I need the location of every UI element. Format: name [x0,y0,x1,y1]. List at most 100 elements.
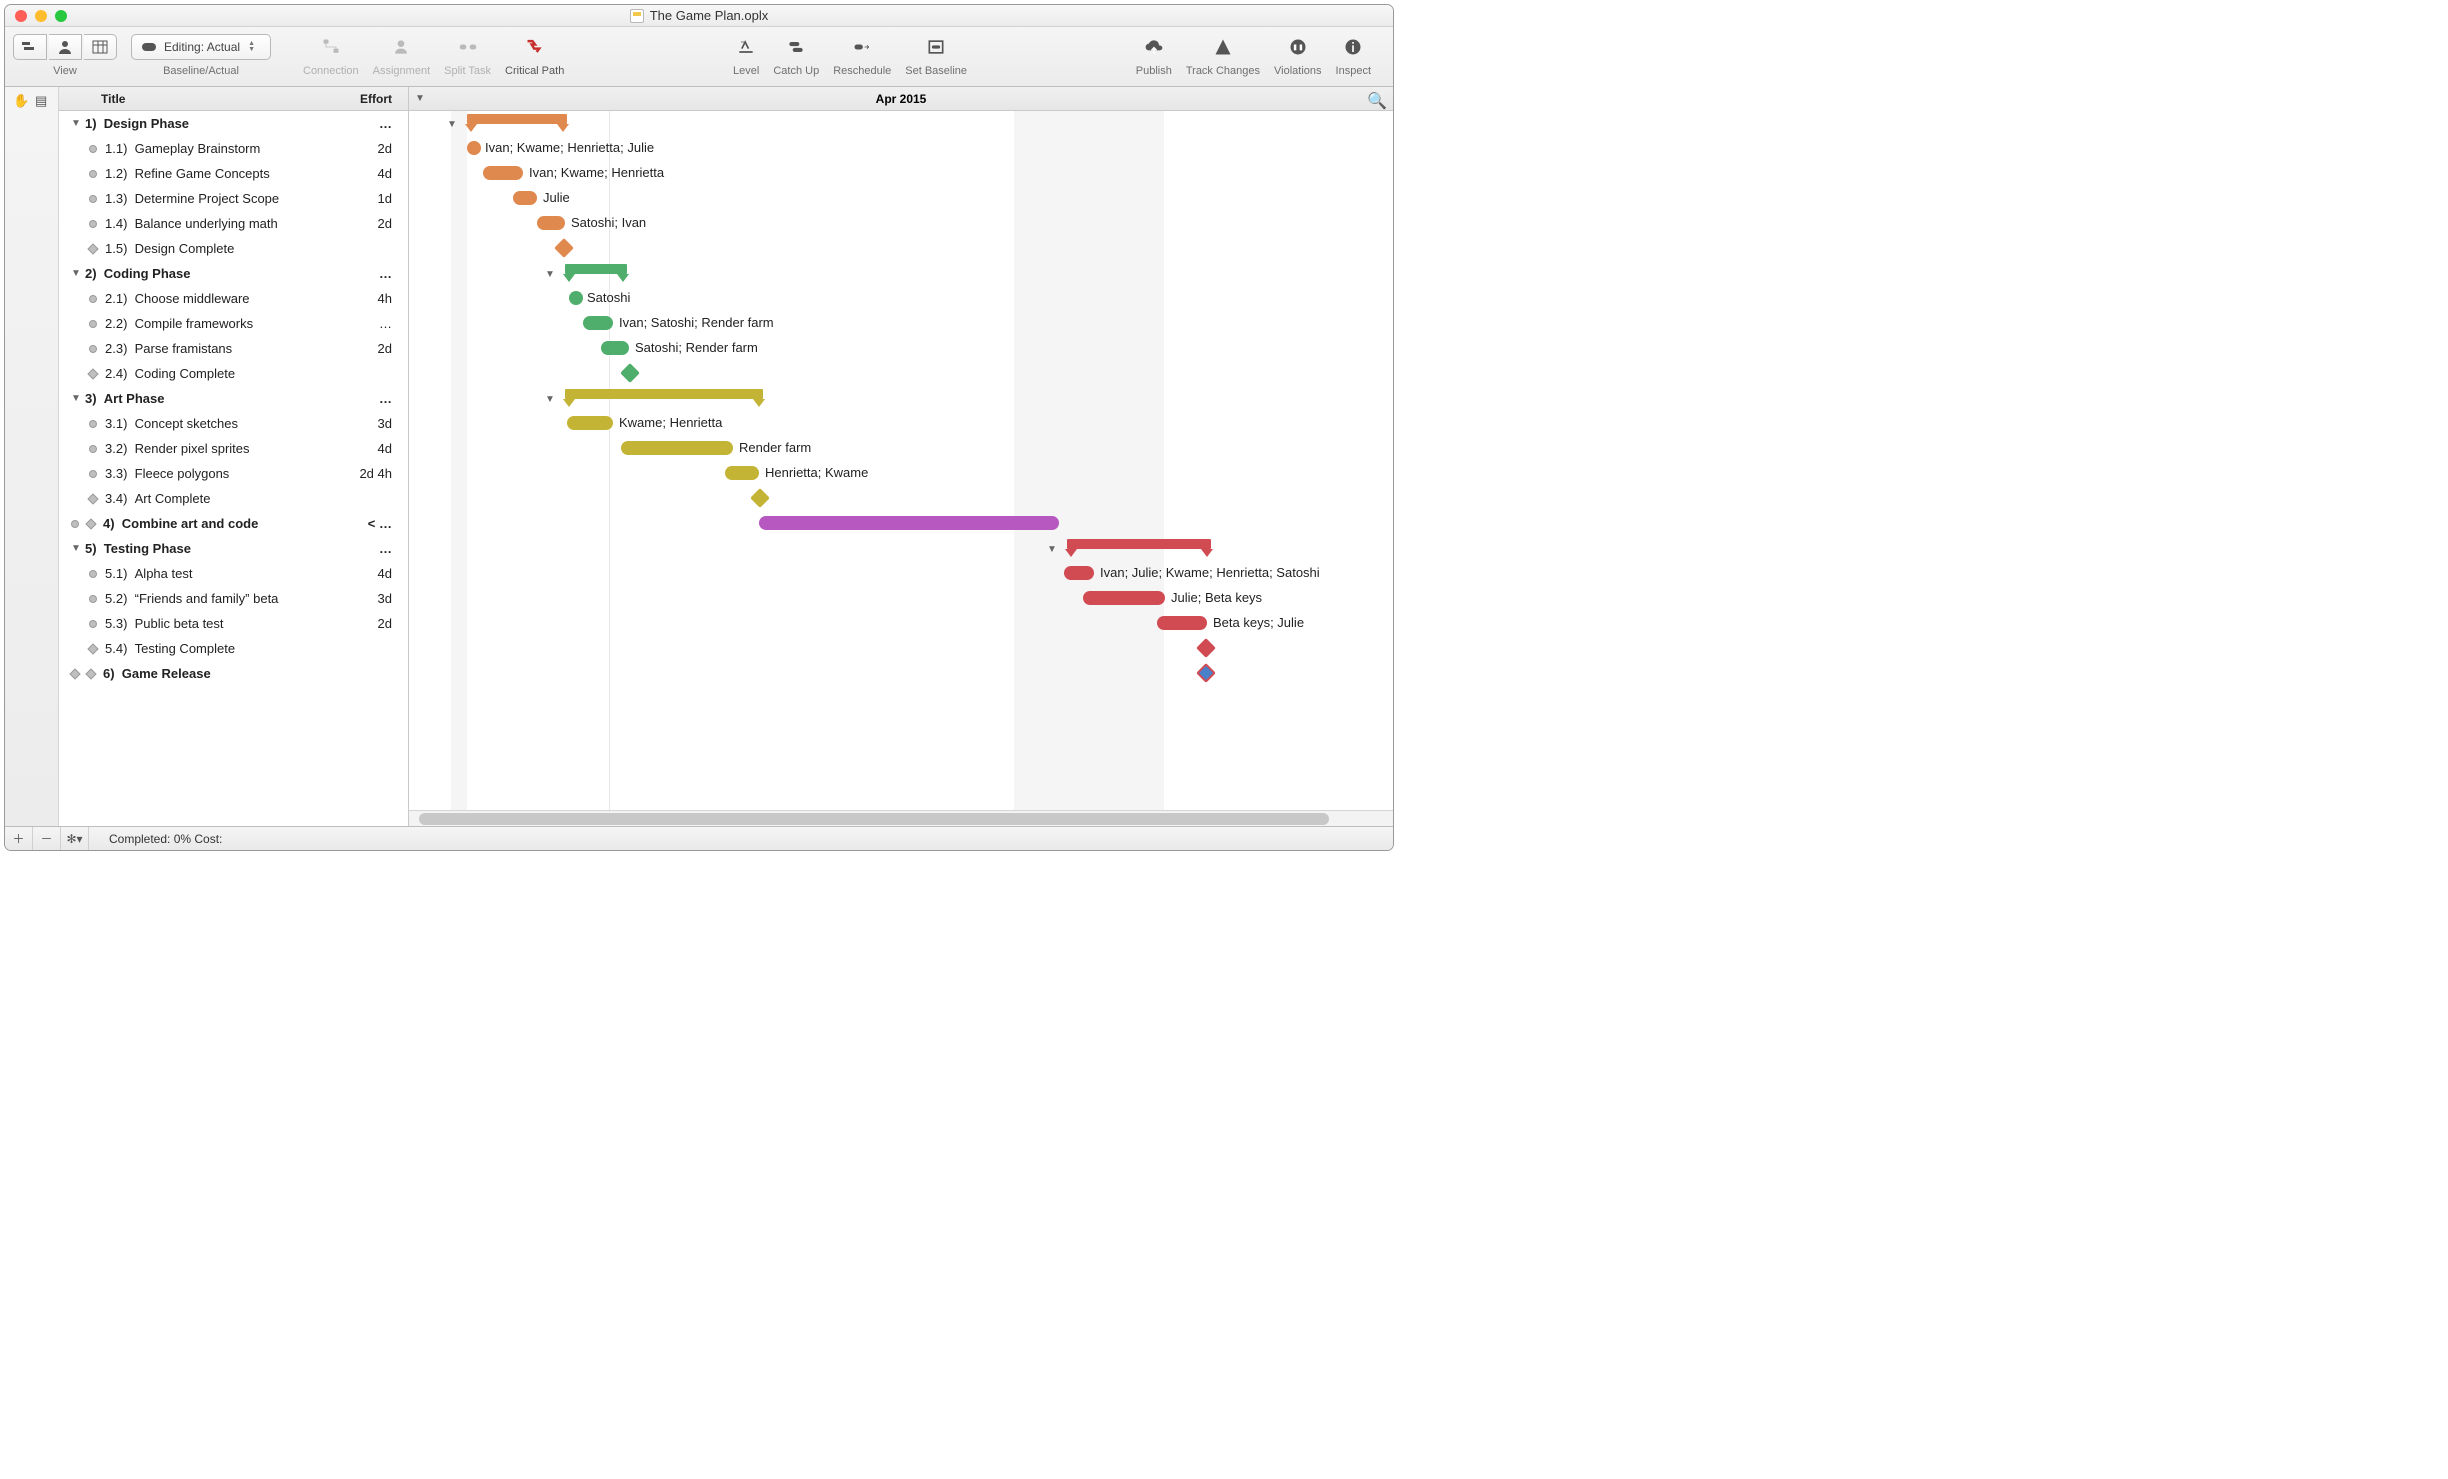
gantt-row[interactable] [409,236,1393,261]
outline-row[interactable]: 1.3) Determine Project Scope1d [59,186,408,211]
editing-mode-label: Editing: Actual [164,40,240,54]
outline-row[interactable]: ▼2) Coding Phase… [59,261,408,286]
critical-path-button[interactable]: Critical Path [505,65,564,77]
gantt-row[interactable]: Ivan; Kwame; Henrietta; Julie [409,136,1393,161]
gantt-row[interactable]: Satoshi; Render farm [409,336,1393,361]
baseline-label: Baseline/Actual [163,65,239,77]
timeline-header[interactable]: ▼ Apr 2015 🔍 [409,87,1393,111]
toolbar: View Editing: Actual ▲▼ Baseline/Actual … [5,27,1393,87]
gantt-row[interactable]: ▼ [409,111,1393,136]
inspect-button[interactable]: Inspect [1336,65,1371,77]
gutter-column: ✋ ▤ [5,87,59,826]
outline-row[interactable]: 3.4) Art Complete [59,486,408,511]
gantt-row[interactable]: Kwame; Henrietta [409,411,1393,436]
reschedule-icon [852,37,872,57]
outline-row[interactable]: 5.2) “Friends and family” beta3d [59,586,408,611]
outline-list[interactable]: ▼1) Design Phase…1.1) Gameplay Brainstor… [59,111,408,826]
track-changes-icon [1213,37,1233,57]
action-menu-button[interactable]: ✻▾ [61,827,89,850]
expand-all-icon[interactable]: ▼ [415,93,425,104]
gantt-row[interactable] [409,361,1393,386]
critical-path-icon [525,37,545,57]
outline-row[interactable]: ▼3) Art Phase… [59,386,408,411]
reschedule-button[interactable]: Reschedule [833,65,891,77]
outline-row[interactable]: 3.3) Fleece polygons2d 4h [59,461,408,486]
gantt-row[interactable]: Ivan; Kwame; Henrietta [409,161,1393,186]
column-title[interactable]: Title [59,92,336,106]
outline-row[interactable]: 1.4) Balance underlying math2d [59,211,408,236]
gantt-pane[interactable]: ▼ Apr 2015 🔍 ▼Ivan; Kwame; Henrietta; Ju… [409,87,1393,826]
gantt-row[interactable]: Satoshi [409,286,1393,311]
gantt-row[interactable]: ▼ [409,261,1393,286]
view-label: View [53,65,77,77]
track-changes-button[interactable]: Track Changes [1186,65,1260,77]
remove-button[interactable]: － [33,827,61,850]
titlebar: The Game Plan.oplx [5,5,1393,27]
gantt-row[interactable]: Ivan; Julie; Kwame; Henrietta; Satoshi [409,561,1393,586]
outline-header: Title Effort [59,87,408,111]
window-title: The Game Plan.oplx [650,8,769,23]
outline-row[interactable]: 2.2) Compile frameworks… [59,311,408,336]
gantt-row[interactable] [409,636,1393,661]
zoom-icon[interactable]: 🔍 [1367,91,1387,111]
column-effort[interactable]: Effort [336,92,408,106]
level-icon [736,37,756,57]
catch-up-button[interactable]: Catch Up [773,65,819,77]
gantt-row[interactable]: Beta keys; Julie [409,611,1393,636]
gantt-canvas[interactable]: ▼Ivan; Kwame; Henrietta; JulieIvan; Kwam… [409,111,1393,810]
outline-row[interactable]: 6) Game Release [59,661,408,686]
publish-icon [1144,37,1164,57]
gantt-row[interactable] [409,661,1393,686]
editing-mode-select[interactable]: Editing: Actual ▲▼ [131,34,271,60]
inspect-icon [1343,37,1363,57]
outline-row[interactable]: 2.4) Coding Complete [59,361,408,386]
baseline-icon [142,43,156,51]
assignment-button[interactable]: Assignment [373,65,430,77]
gantt-row[interactable]: Ivan; Satoshi; Render farm [409,311,1393,336]
gantt-row[interactable]: Henrietta; Kwame [409,461,1393,486]
violations-button[interactable]: Violations [1274,65,1322,77]
outline-row[interactable]: 2.1) Choose middleware4h [59,286,408,311]
connection-button[interactable]: Connection [303,65,359,77]
gantt-row[interactable]: Julie; Beta keys [409,586,1393,611]
hand-tool-icon[interactable]: ✋ [13,93,29,109]
gantt-row[interactable]: ▼ [409,386,1393,411]
gantt-row[interactable]: Julie [409,186,1393,211]
outline-row[interactable]: 5.4) Testing Complete [59,636,408,661]
outline-row[interactable]: ▼1) Design Phase… [59,111,408,136]
add-button[interactable]: ＋ [5,827,33,850]
gantt-row[interactable]: ▼ [409,536,1393,561]
outline-row[interactable]: 5.3) Public beta test2d [59,611,408,636]
outline-row[interactable]: 3.1) Concept sketches3d [59,411,408,436]
gantt-row[interactable]: Satoshi; Ivan [409,211,1393,236]
gantt-row[interactable] [409,486,1393,511]
outline-row[interactable]: 4) Combine art and code< … [59,511,408,536]
list-mode-icon[interactable]: ▤ [35,93,47,109]
level-button[interactable]: Level [733,65,759,77]
gantt-row[interactable]: Render farm [409,436,1393,461]
horizontal-scrollbar[interactable] [409,810,1393,826]
outline-row[interactable]: 1.5) Design Complete [59,236,408,261]
view-gantt-button[interactable] [13,34,47,60]
connection-icon [321,37,341,57]
split-task-icon [458,37,478,57]
outline-row[interactable]: 5.1) Alpha test4d [59,561,408,586]
app-window: The Game Plan.oplx View Editing: Actual … [4,4,1394,851]
outline-row[interactable]: 2.3) Parse framistans2d [59,336,408,361]
outline-row[interactable]: 1.2) Refine Game Concepts4d [59,161,408,186]
outline-row[interactable]: 3.2) Render pixel sprites4d [59,436,408,461]
set-baseline-button[interactable]: Set Baseline [905,65,967,77]
violations-icon [1288,37,1308,57]
outline-row[interactable]: 1.1) Gameplay Brainstorm2d [59,136,408,161]
timeline-month: Apr 2015 [876,92,927,106]
view-calendar-button[interactable] [84,34,117,60]
gantt-row[interactable] [409,511,1393,536]
status-text: Completed: 0% Cost: [89,832,222,846]
outline-row[interactable]: ▼5) Testing Phase… [59,536,408,561]
publish-button[interactable]: Publish [1136,65,1172,77]
split-task-button[interactable]: Split Task [444,65,491,77]
catch-up-icon [786,37,806,57]
document-icon [630,9,644,23]
view-resource-button[interactable] [49,34,82,60]
set-baseline-icon [926,37,946,57]
